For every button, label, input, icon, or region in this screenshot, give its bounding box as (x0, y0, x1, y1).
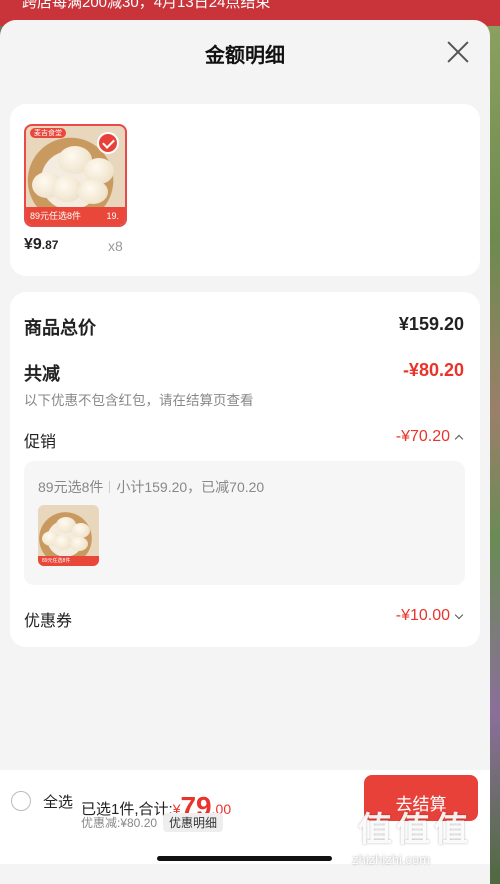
coupon-value: -¥10.00 (395, 607, 450, 624)
product-image[interactable]: 麦吉食堂 89元任选8件 19. (24, 124, 127, 227)
chevron-up-icon (454, 434, 464, 444)
product-card: 麦吉食堂 89元任选8件 19. ¥9.87 x8 (10, 104, 480, 276)
promotion-toggle[interactable]: -¥70.20 (395, 428, 464, 446)
promotion-value: -¥70.20 (395, 428, 450, 445)
chevron-down-icon (454, 610, 464, 620)
thumb-brand: 麦吉食堂 (30, 128, 66, 138)
divider (109, 481, 111, 493)
bun-shape (72, 523, 90, 538)
bun-shape (70, 537, 88, 551)
promotion-subtotal: 小计159.20，已减70.20 (116, 479, 265, 495)
promotion-label: 促销 (24, 434, 57, 451)
amount-detail-sheet: 金额明细 麦吉食堂 89元任选8件 19. ¥9.87 x8 商品总价 ¥159… (0, 20, 490, 884)
promotion-desc: 89元选8件 小计159.20，已减70.20 (38, 477, 264, 497)
total-price-label: 商品总价 (24, 318, 96, 338)
close-icon[interactable] (446, 40, 470, 64)
total-price-value: ¥159.20 (398, 314, 464, 334)
sheet-title: 金额明细 (205, 45, 285, 67)
discount-amount: 优惠减:¥80.20 (81, 816, 158, 830)
watermark-url: zhizhizhi.com (352, 852, 431, 867)
watermark: 值值值 zhizhizhi.com (350, 800, 500, 880)
thumb-price: 19. (106, 211, 119, 221)
total-reduce-label: 共减 (24, 364, 60, 384)
checked-icon[interactable] (97, 132, 119, 154)
watermark-glyphs: 值值值 (358, 811, 472, 849)
home-indicator[interactable] (157, 856, 332, 861)
banner-text: 跨店每满200减30，4月13日24点结束 (22, 0, 271, 11)
thumb-caption-text: 89元任选8件 (30, 211, 82, 221)
promotion-detail: 89元选8件 小计159.20，已减70.20 89元任选8件 (24, 461, 465, 585)
product-price: ¥9.87 (24, 236, 58, 254)
total-reduce-value: -¥80.20 (402, 360, 464, 380)
select-all-label[interactable]: 全选 (43, 791, 73, 812)
promotion-rule: 89元选8件 (38, 479, 104, 495)
promo-thumb-caption: 89元任选8件 (38, 556, 99, 566)
promotion-product-image[interactable]: 89元任选8件 (38, 505, 99, 566)
discount-line: 优惠减:¥80.20 优惠明细 (81, 813, 224, 832)
sheet-header: 金额明细 (0, 20, 490, 84)
discount-detail-button[interactable]: 优惠明细 (163, 813, 224, 832)
bun-shape (78, 180, 108, 204)
product-quantity: x8 (108, 238, 123, 254)
price-breakdown-card: 商品总价 ¥159.20 共减 -¥80.20 以下优惠不包含红包，请在结算页查… (10, 292, 480, 647)
thumb-caption: 89元任选8件 19. (26, 207, 125, 225)
price-int: ¥9 (24, 236, 42, 253)
discount-note: 以下优惠不包含红包，请在结算页查看 (24, 393, 254, 408)
select-all-checkbox[interactable] (11, 791, 31, 811)
price-dec: .87 (41, 238, 59, 252)
coupon-label: 优惠券 (24, 613, 73, 630)
coupon-toggle[interactable]: -¥10.00 (395, 607, 464, 625)
